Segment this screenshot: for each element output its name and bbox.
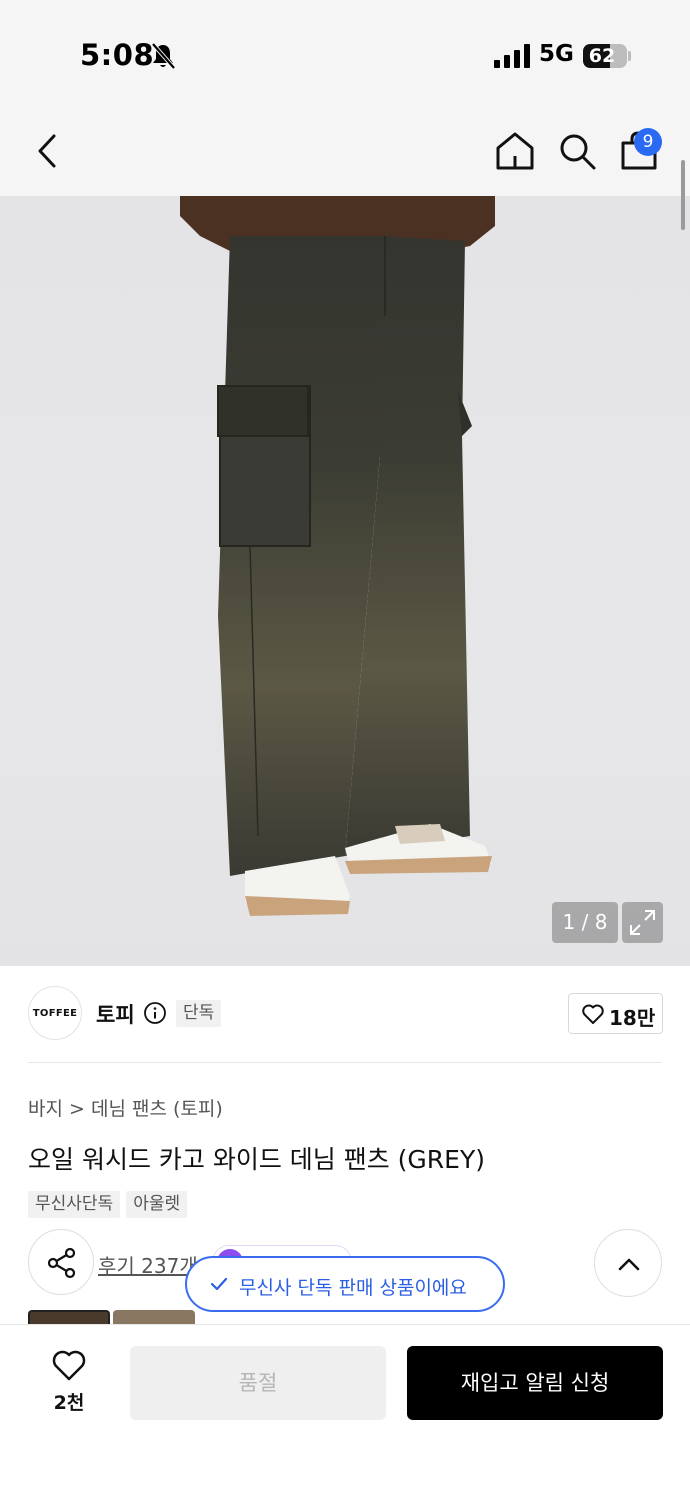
divider — [28, 1062, 662, 1063]
home-icon[interactable] — [492, 128, 538, 174]
expand-button[interactable] — [622, 902, 663, 943]
scroll-top-button[interactable] — [594, 1229, 662, 1297]
expand-icon — [630, 910, 655, 935]
breadcrumb[interactable]: 바지 > 데님 팬츠 (토피) — [28, 1094, 223, 1121]
battery-tip — [628, 51, 631, 61]
brand-like-count: 18만 — [609, 1006, 656, 1030]
heart-outline-icon — [52, 1350, 86, 1381]
network-label: 5G — [539, 41, 574, 67]
restock-alert-button[interactable]: 재입고 알림 신청 — [407, 1346, 663, 1420]
soldout-button[interactable]: 품절 — [130, 1346, 386, 1420]
image-counter: 1 / 8 — [552, 902, 618, 943]
scroll-indicator — [681, 160, 685, 230]
chevron-up-icon — [618, 1258, 640, 1271]
product-photo — [180, 196, 495, 916]
heart-icon — [582, 1004, 604, 1024]
wishlist-button[interactable]: 2천 — [40, 1346, 98, 1414]
tag-musinsa-exclusive: 무신사단독 — [28, 1191, 121, 1218]
battery-icon: 62 — [583, 44, 627, 68]
product-image[interactable] — [0, 196, 690, 966]
product-tags: 무신사단독 아울렛 — [28, 1191, 188, 1218]
tag-outlet: 아울렛 — [126, 1191, 188, 1218]
brand-logo[interactable]: TOFFEE — [28, 986, 82, 1040]
status-time: 5:08 — [80, 38, 155, 72]
bell-off-icon — [151, 42, 176, 70]
status-bar: 5:08 5G 62 — [0, 0, 690, 110]
share-icon — [47, 1247, 76, 1279]
share-button[interactable] — [28, 1229, 94, 1295]
product-title: 오일 워시드 카고 와이드 데님 팬츠 (GREY) — [28, 1145, 485, 1174]
exclusive-tag: 단독 — [176, 1000, 222, 1027]
check-icon — [210, 1277, 228, 1291]
brand-like-button[interactable]: 18만 — [568, 993, 663, 1034]
exclusive-toast: 무신사 단독 판매 상품이에요 — [185, 1256, 505, 1312]
cart-count-badge: 9 — [634, 128, 662, 156]
brand-name[interactable]: 토피 — [96, 999, 135, 1029]
nav-bar — [0, 110, 690, 196]
battery-level: 62 — [588, 45, 616, 67]
back-icon[interactable] — [26, 128, 72, 174]
signal-icon — [494, 44, 530, 68]
wishlist-count: 2천 — [53, 1392, 85, 1414]
info-icon[interactable] — [143, 1001, 167, 1025]
toast-text: 무신사 단독 판매 상품이에요 — [239, 1277, 467, 1299]
search-icon[interactable] — [554, 128, 600, 174]
